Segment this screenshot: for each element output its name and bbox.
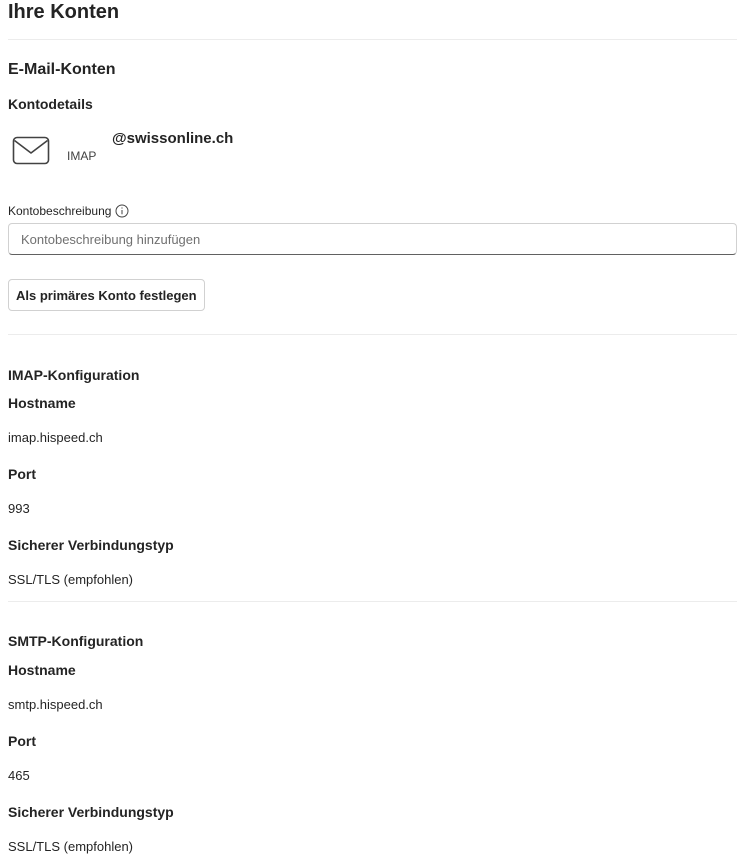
imap-security-value: SSL/TLS (empfohlen)	[8, 572, 134, 587]
smtp-hostname-label: Hostname	[8, 662, 76, 678]
smtp-config-heading: SMTP-Konfiguration	[8, 633, 144, 649]
imap-hostname-label: Hostname	[8, 395, 76, 411]
info-icon[interactable]	[115, 204, 129, 218]
smtp-security-label: Sicherer Verbindungstyp	[8, 804, 174, 820]
imap-config-heading: IMAP-Konfiguration	[8, 367, 140, 383]
imap-security-label: Sicherer Verbindungstyp	[8, 537, 174, 553]
account-summary: @swissonline.ch IMAP	[12, 130, 412, 170]
imap-hostname-value: imap.hispeed.ch	[8, 430, 103, 445]
title-divider	[8, 39, 737, 40]
imap-port-label: Port	[8, 466, 36, 482]
smtp-hostname-value: smtp.hispeed.ch	[8, 697, 103, 712]
smtp-port-label: Port	[8, 733, 36, 749]
account-email: @swissonline.ch	[112, 130, 234, 147]
account-details-heading: Kontodetails	[8, 96, 93, 112]
smtp-security-value: SSL/TLS (empfohlen)	[8, 839, 134, 854]
email-accounts-heading: E-Mail-Konten	[8, 61, 116, 78]
mail-icon	[12, 132, 50, 166]
imap-port-value: 993	[8, 501, 30, 516]
description-label: Kontobeschreibung	[8, 203, 129, 219]
account-type: IMAP	[67, 149, 97, 163]
section-divider	[8, 334, 737, 335]
smtp-port-value: 465	[8, 768, 30, 783]
description-label-text: Kontobeschreibung	[8, 204, 112, 218]
description-input[interactable]	[8, 223, 737, 255]
page-title: Ihre Konten	[8, 1, 120, 23]
set-primary-account-button[interactable]: Als primäres Konto festlegen	[8, 279, 205, 311]
section-divider	[8, 601, 737, 602]
